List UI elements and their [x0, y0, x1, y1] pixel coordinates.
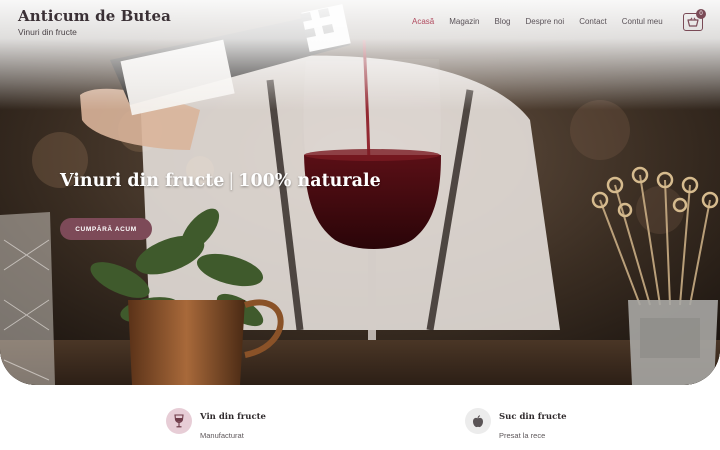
hero-banner [0, 0, 720, 385]
nav-item-blog[interactable]: Blog [494, 17, 510, 26]
shop-now-button[interactable]: CUMPĂRĂ ACUM [60, 218, 152, 240]
hero-headline-separator: | [228, 171, 235, 191]
main-nav: Acasă Magazin Blog Despre noi Contact Co… [412, 17, 663, 26]
feature-icon-badge [166, 408, 192, 434]
feature-subtitle: Manufacturat [200, 431, 244, 440]
wine-glass-icon [174, 414, 184, 428]
site-title[interactable]: Anticum de Butea [18, 7, 171, 25]
feature-title: Suc din fructe [499, 412, 567, 422]
nav-item-magazin[interactable]: Magazin [449, 17, 479, 26]
feature-text: Vin din fructe Manufacturat [200, 408, 266, 440]
site-header: Anticum de Butea Vinuri din fructe Acasă… [0, 0, 720, 48]
nav-item-acasa[interactable]: Acasă [412, 17, 434, 26]
hero-headline-highlight: 100% naturale [238, 171, 381, 191]
cart-count-badge: 0 [696, 9, 706, 19]
feature-text: Suc din fructe Presat la rece [499, 408, 567, 440]
hero-headline-main: Vinuri din fructe [60, 171, 225, 191]
brand[interactable]: Anticum de Butea Vinuri din fructe [18, 7, 171, 37]
feature-icon-badge [465, 408, 491, 434]
feature-item-fruit-wine: Vin din fructe Manufacturat [166, 408, 266, 440]
features-row: Vin din fructe Manufacturat Suc din fruc… [0, 400, 720, 450]
cart-button[interactable]: 0 [683, 9, 706, 31]
nav-item-despre-noi[interactable]: Despre noi [526, 17, 565, 26]
feature-subtitle: Presat la rece [499, 431, 546, 440]
site-tagline: Vinuri din fructe [18, 27, 77, 37]
feature-item-fruit-juice: Suc din fructe Presat la rece [465, 408, 567, 440]
nav-item-contul-meu[interactable]: Contul meu [622, 17, 663, 26]
hero-headline: Vinuri din fructe | 100% naturale [60, 171, 381, 191]
basket-icon [687, 17, 699, 27]
feature-title: Vin din fructe [200, 412, 266, 422]
nav-item-contact[interactable]: Contact [579, 17, 607, 26]
apple-icon [473, 414, 483, 427]
